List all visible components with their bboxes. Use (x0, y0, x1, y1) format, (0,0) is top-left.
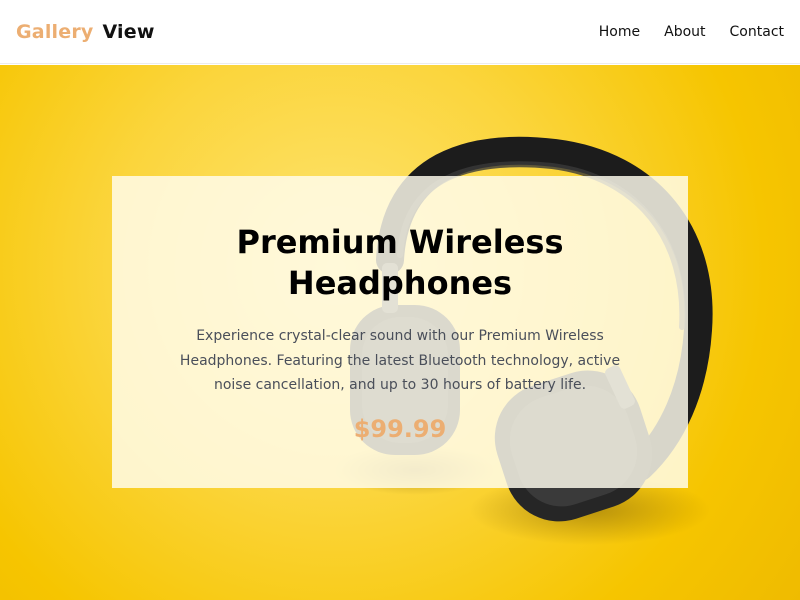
product-price: $99.99 (353, 414, 447, 443)
navbar: Gallery View Home About Contact (0, 0, 800, 64)
hero-section: Premium Wireless Headphones Experience c… (0, 65, 800, 600)
product-card: Premium Wireless Headphones Experience c… (112, 176, 688, 488)
brand-logo[interactable]: Gallery View (16, 21, 155, 43)
brand-second-word: View (102, 20, 155, 43)
product-description: Experience crystal-clear sound with our … (179, 328, 621, 393)
nav-link-home[interactable]: Home (599, 24, 640, 40)
main-nav: Home About Contact (599, 24, 784, 40)
nav-link-about[interactable]: About (664, 24, 705, 40)
product-title: Premium Wireless Headphones (236, 223, 564, 302)
nav-link-contact[interactable]: Contact (730, 24, 784, 40)
brand-first-word: Gallery (16, 20, 94, 43)
